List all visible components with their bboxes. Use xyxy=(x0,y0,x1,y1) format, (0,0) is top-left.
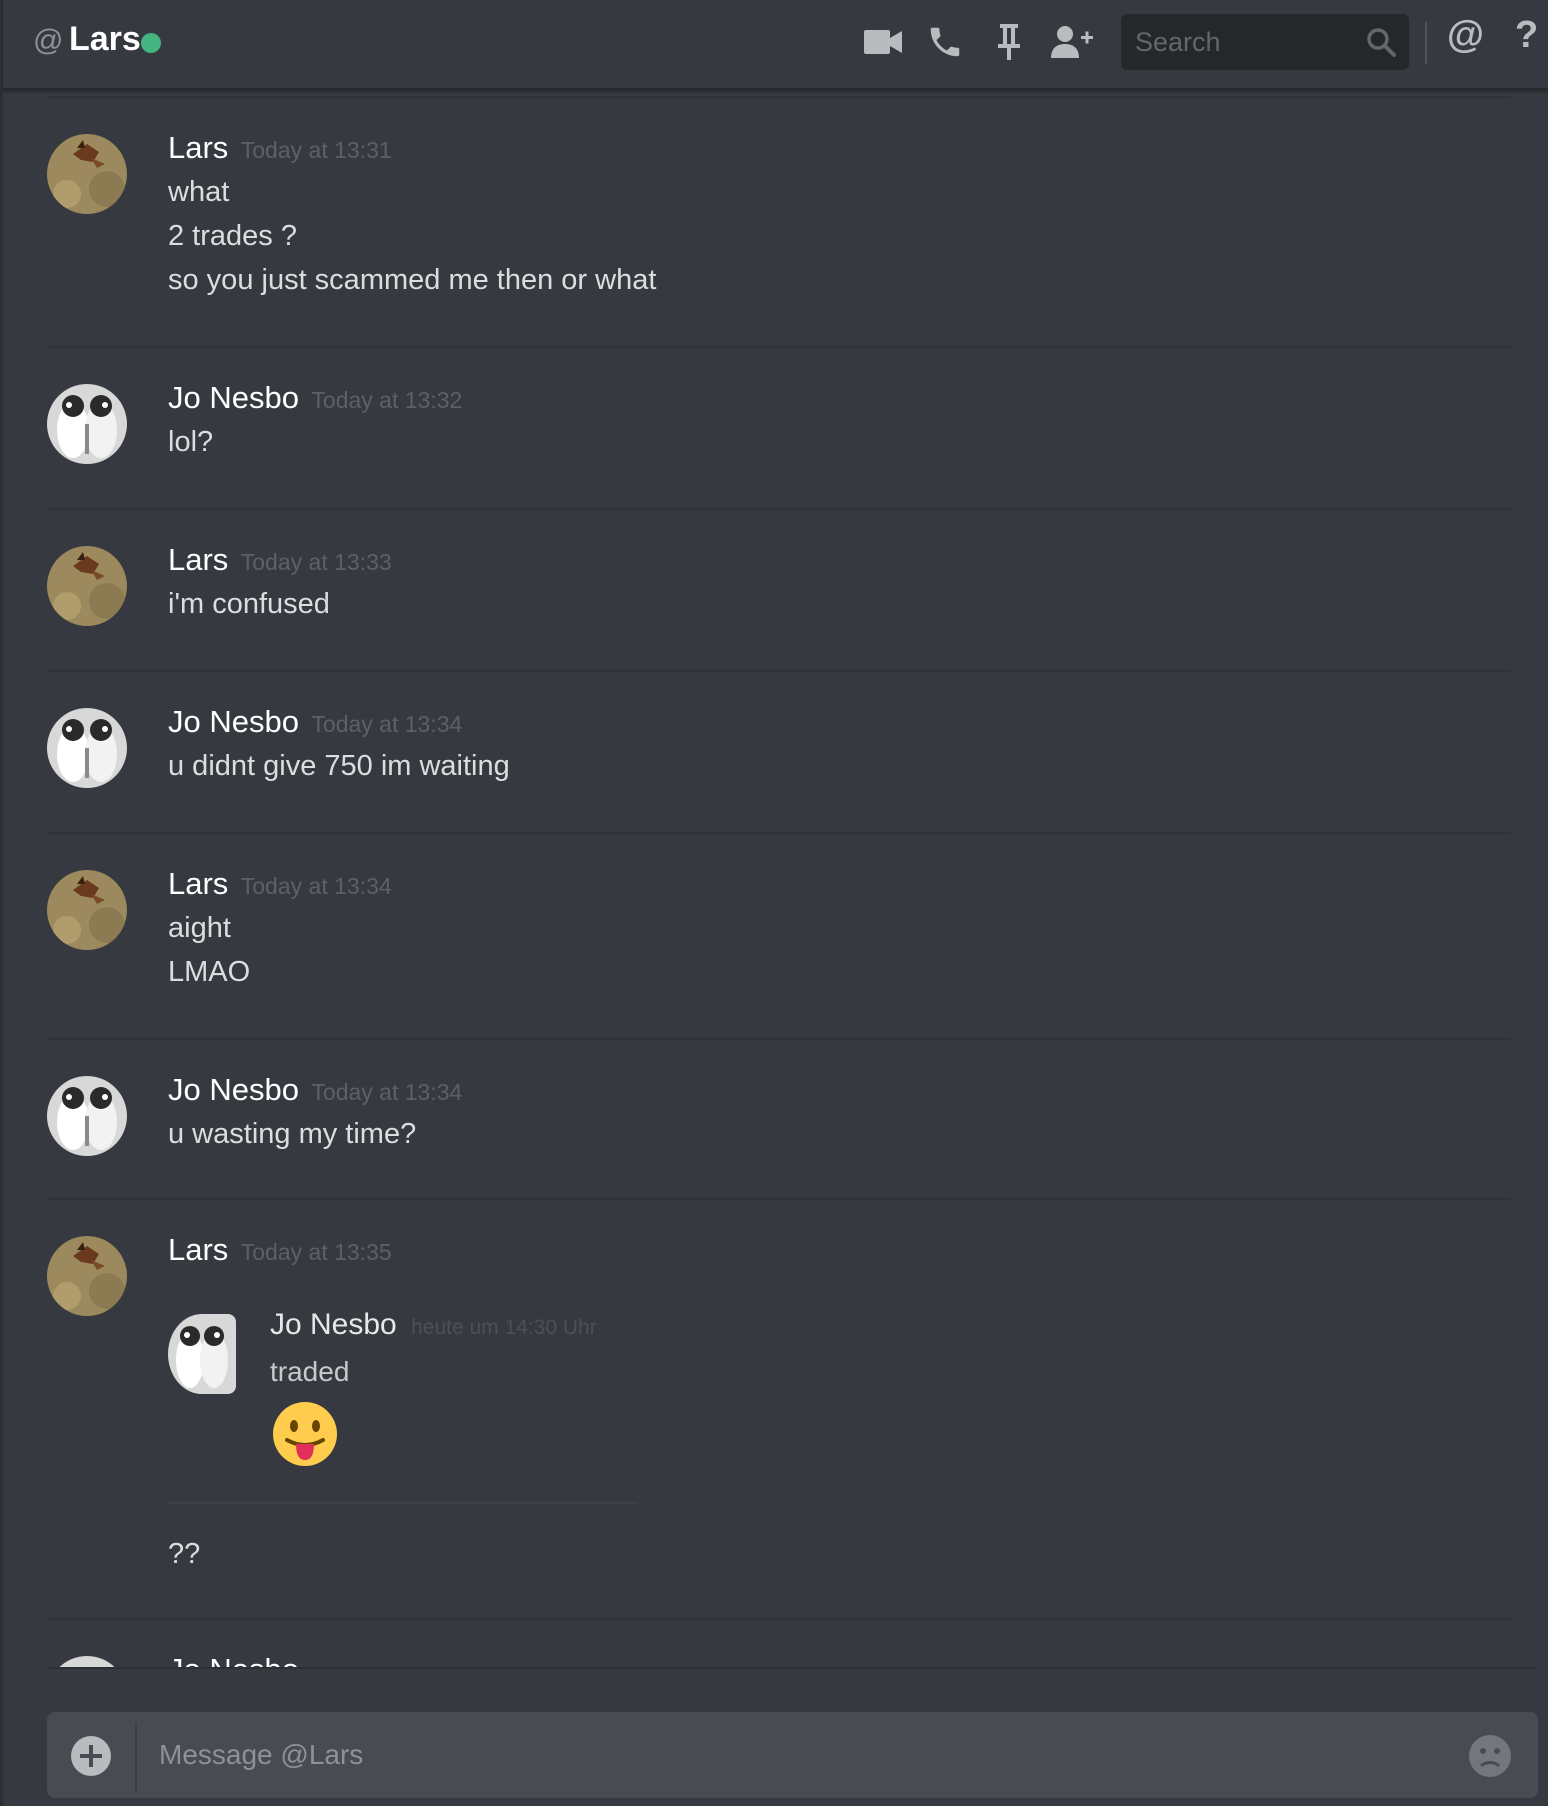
message-text: aight xyxy=(168,912,231,944)
message-timestamp: Today at 13:33 xyxy=(240,549,392,575)
message-group: Lars Today at 13:33 i'm confused xyxy=(47,508,1511,670)
message-timestamp: Today at 13:34 xyxy=(311,711,463,737)
lars-avatar-image xyxy=(47,546,127,626)
author-name[interactable]: Lars xyxy=(168,866,228,901)
mention-icon[interactable]: @ xyxy=(1447,14,1484,57)
search-box[interactable] xyxy=(1121,14,1409,70)
message-header: Lars Today at 13:31 xyxy=(168,130,392,166)
author-name[interactable]: Lars xyxy=(168,542,228,577)
message-header: Jo Nesbo Today at 13:32 xyxy=(168,380,462,416)
jo-nesbo-avatar-image xyxy=(168,1314,236,1394)
message-group: Jo Nesbo Today at 13:32 lol? xyxy=(47,346,1511,508)
lars-avatar-image xyxy=(47,1236,127,1316)
message-text: LMAO xyxy=(168,956,251,988)
quoted-avatar-jo-nesbo xyxy=(168,1314,236,1394)
voice-call-button[interactable] xyxy=(923,20,967,64)
pinned-messages-button[interactable] xyxy=(987,20,1031,64)
message-list[interactable]: Lars Today at 13:31 what 2 trades ? so y… xyxy=(3,90,1548,1668)
jo-nesbo-avatar-image xyxy=(47,1076,127,1156)
author-name[interactable]: Jo Nesbo xyxy=(168,380,299,415)
quoted-text: traded xyxy=(270,1356,350,1387)
message-text: ?? xyxy=(168,1538,201,1570)
avatar-lars[interactable] xyxy=(47,870,127,950)
composer-divider xyxy=(47,1667,1536,1669)
avatar-lars[interactable] xyxy=(47,1236,127,1316)
search-icon xyxy=(1367,28,1396,57)
message-timestamp: Today at 13:34 xyxy=(240,873,392,899)
message-header: Lars Today at 13:33 xyxy=(168,542,392,578)
message-timestamp: Today at 13:35 xyxy=(240,1239,392,1265)
pin-icon xyxy=(998,24,1020,60)
message-timestamp: Today at 13:34 xyxy=(311,1079,463,1105)
message-text: i'm confused xyxy=(168,588,330,620)
message-group: Lars Today at 13:35 Jo Nesbo heute um 14… xyxy=(47,1198,1511,1618)
message-text: what xyxy=(168,176,230,208)
message-group: Jo Nesbo Today at 13:34 u didnt give 750… xyxy=(47,670,1511,832)
message-group: Jo Nesbo xyxy=(47,1618,1511,1668)
jo-nesbo-avatar-image xyxy=(47,708,127,788)
dm-at-symbol: @ xyxy=(33,24,64,57)
message-input[interactable] xyxy=(157,1712,1397,1798)
add-friend-to-dm-button[interactable] xyxy=(1049,20,1093,64)
channel-header: @ Lars Search @ ? xyxy=(3,0,1548,90)
help-icon[interactable]: ? xyxy=(1515,14,1538,57)
message-text: u wasting my time? xyxy=(168,1118,417,1150)
add-attachment-icon[interactable] xyxy=(71,1736,111,1776)
video-camera-icon xyxy=(864,30,902,54)
quoted-author: Jo Nesbo heute um 14:30 Uhr xyxy=(270,1308,597,1342)
message-text: 2 trades ? xyxy=(168,220,297,252)
author-name[interactable]: Jo Nesbo xyxy=(168,1072,299,1107)
tongue-out-emoji-icon xyxy=(271,1400,339,1473)
message-text: u didnt give 750 im waiting xyxy=(168,750,510,782)
message-text: so you just scammed me then or what xyxy=(168,264,657,296)
avatar-lars[interactable] xyxy=(47,546,127,626)
quote-divider xyxy=(168,1502,638,1504)
message-composer xyxy=(47,1712,1538,1798)
author-name[interactable]: Jo Nesbo xyxy=(168,704,299,739)
author-name[interactable]: Lars xyxy=(168,1232,228,1267)
message-group: Lars Today at 13:34 aight LMAO xyxy=(47,832,1511,1038)
avatar-jo-nesbo[interactable] xyxy=(47,708,127,788)
jo-nesbo-avatar-image xyxy=(47,384,127,464)
avatar-jo-nesbo[interactable] xyxy=(47,1076,127,1156)
message-timestamp: Today at 13:32 xyxy=(311,387,463,413)
message-header: Lars Today at 13:34 xyxy=(168,866,392,902)
message-group: Jo Nesbo Today at 13:34 u wasting my tim… xyxy=(47,1038,1511,1198)
quoted-author-name: Jo Nesbo xyxy=(270,1308,397,1341)
quoted-timestamp: heute um 14:30 Uhr xyxy=(411,1316,597,1339)
author-name[interactable]: Jo Nesbo xyxy=(168,1652,299,1668)
avatar-lars[interactable] xyxy=(47,134,127,214)
lars-avatar-image xyxy=(47,134,127,214)
avatar-jo-nesbo[interactable] xyxy=(47,384,127,464)
video-call-button[interactable] xyxy=(861,20,905,64)
dm-recipient-name: Lars xyxy=(69,20,141,58)
message-timestamp: Today at 13:31 xyxy=(240,137,392,163)
message-group: Lars Today at 13:31 what 2 trades ? so y… xyxy=(47,96,1511,346)
message-header: Jo Nesbo xyxy=(168,1652,299,1668)
message-text: lol? xyxy=(168,426,214,458)
author-name[interactable]: Lars xyxy=(168,130,228,165)
lars-avatar-image xyxy=(47,870,127,950)
header-divider xyxy=(1425,22,1427,64)
dm-chat-window: @ Lars Search @ ? Lars Today at 13:31 wh… xyxy=(0,0,1548,1806)
composer-separator xyxy=(135,1722,137,1792)
add-friend-icon xyxy=(1051,26,1093,58)
message-header: Jo Nesbo Today at 13:34 xyxy=(168,1072,462,1108)
online-status-icon xyxy=(141,33,161,53)
phone-icon xyxy=(930,27,960,57)
search-input[interactable] xyxy=(1133,14,1353,70)
emoji-picker-icon[interactable] xyxy=(1468,1734,1512,1783)
message-header: Lars Today at 13:35 xyxy=(168,1232,392,1268)
message-header: Jo Nesbo Today at 13:34 xyxy=(168,704,462,740)
